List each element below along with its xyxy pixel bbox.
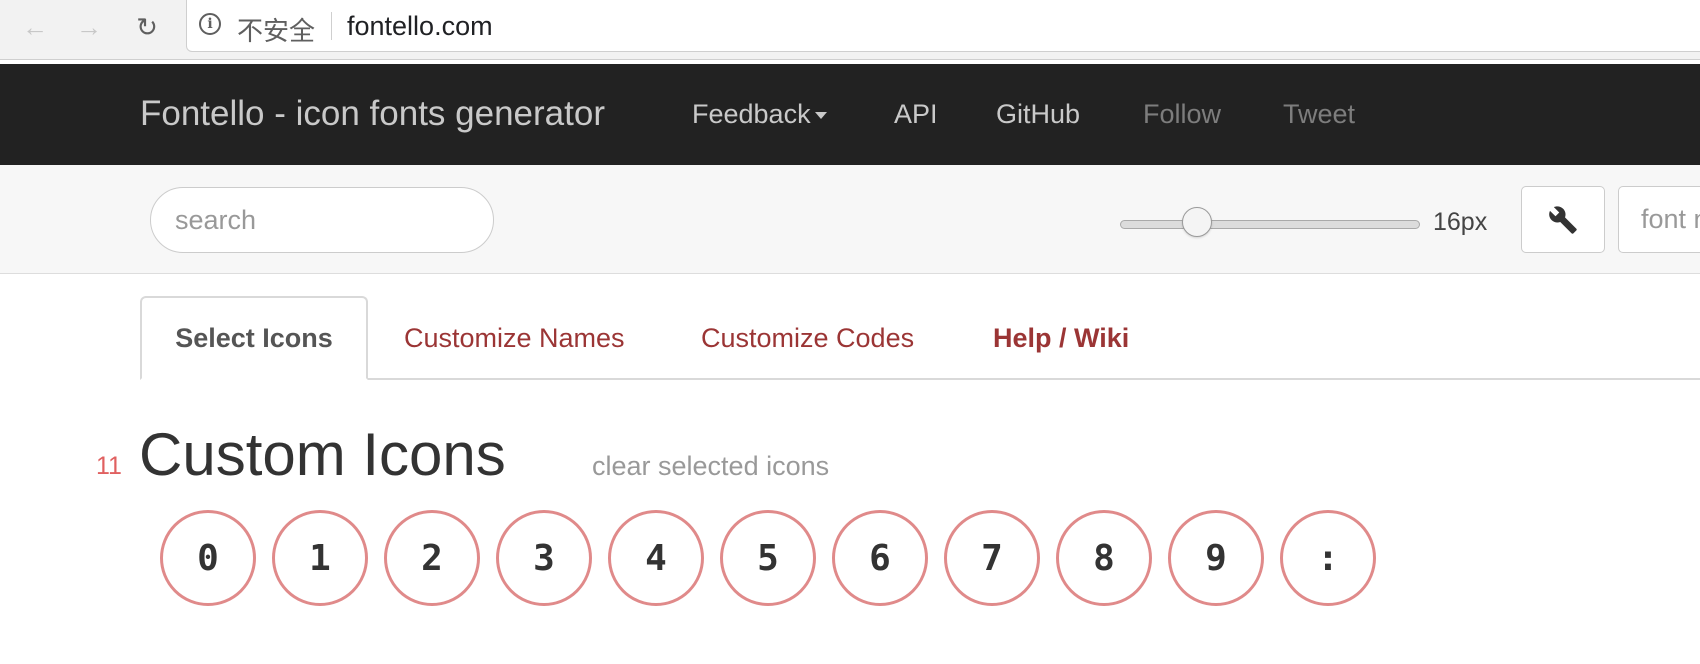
nav-tweet[interactable]: Tweet bbox=[1283, 99, 1355, 130]
settings-button[interactable] bbox=[1521, 186, 1605, 253]
info-icon[interactable]: i bbox=[199, 13, 221, 35]
forward-arrow-icon[interactable]: → bbox=[72, 10, 106, 44]
nav-feedback[interactable]: Feedback bbox=[692, 99, 827, 130]
nav-feedback-label: Feedback bbox=[692, 99, 811, 129]
nav-github[interactable]: GitHub bbox=[996, 99, 1080, 130]
address-bar[interactable]: i 不安全 fontello.com bbox=[186, 0, 1700, 52]
search-input[interactable] bbox=[150, 187, 494, 253]
top-navbar: Fontello - icon fonts generator Feedback… bbox=[0, 64, 1700, 165]
glyph-item[interactable]: : bbox=[1280, 510, 1376, 606]
glyph-item[interactable]: 8 bbox=[1056, 510, 1152, 606]
tabs-baseline bbox=[140, 378, 1700, 380]
glyph-item[interactable]: 6 bbox=[832, 510, 928, 606]
section-title: Custom Icons bbox=[139, 421, 506, 488]
font-name-input[interactable] bbox=[1618, 186, 1700, 253]
brand-title[interactable]: Fontello - icon fonts generator bbox=[140, 94, 605, 134]
reload-icon[interactable]: ↻ bbox=[130, 10, 164, 44]
security-label[interactable]: 不安全 bbox=[237, 11, 315, 48]
glyph-item[interactable]: 9 bbox=[1168, 510, 1264, 606]
selected-count: 11 bbox=[96, 452, 122, 480]
url-separator bbox=[331, 12, 332, 40]
glyph-item[interactable]: 7 bbox=[944, 510, 1040, 606]
tab-select-icons[interactable]: Select Icons bbox=[140, 296, 368, 380]
glyph-item[interactable]: 2 bbox=[384, 510, 480, 606]
size-slider-handle[interactable] bbox=[1182, 207, 1212, 237]
size-label: 16px bbox=[1433, 208, 1488, 236]
glyph-item[interactable]: 3 bbox=[496, 510, 592, 606]
tab-customize-names[interactable]: Customize Names bbox=[404, 296, 625, 380]
nav-api[interactable]: API bbox=[894, 99, 938, 130]
glyph-item[interactable]: 1 bbox=[272, 510, 368, 606]
glyph-item[interactable]: 5 bbox=[720, 510, 816, 606]
toolbar: 16px bbox=[0, 165, 1700, 274]
glyph-item[interactable]: 0 bbox=[160, 510, 256, 606]
nav-follow[interactable]: Follow bbox=[1143, 99, 1221, 130]
clear-selected-link[interactable]: clear selected icons bbox=[592, 451, 829, 482]
browser-toolbar: ← → ↻ i 不安全 fontello.com bbox=[0, 0, 1700, 60]
glyph-item[interactable]: 4 bbox=[608, 510, 704, 606]
url-text[interactable]: fontello.com bbox=[347, 11, 493, 42]
tab-help-wiki[interactable]: Help / Wiki bbox=[993, 296, 1129, 380]
wrench-icon bbox=[1549, 205, 1577, 234]
size-slider[interactable] bbox=[1120, 220, 1420, 229]
caret-down-icon bbox=[814, 112, 827, 120]
tab-customize-codes[interactable]: Customize Codes bbox=[701, 296, 914, 380]
back-arrow-icon[interactable]: ← bbox=[18, 10, 52, 44]
